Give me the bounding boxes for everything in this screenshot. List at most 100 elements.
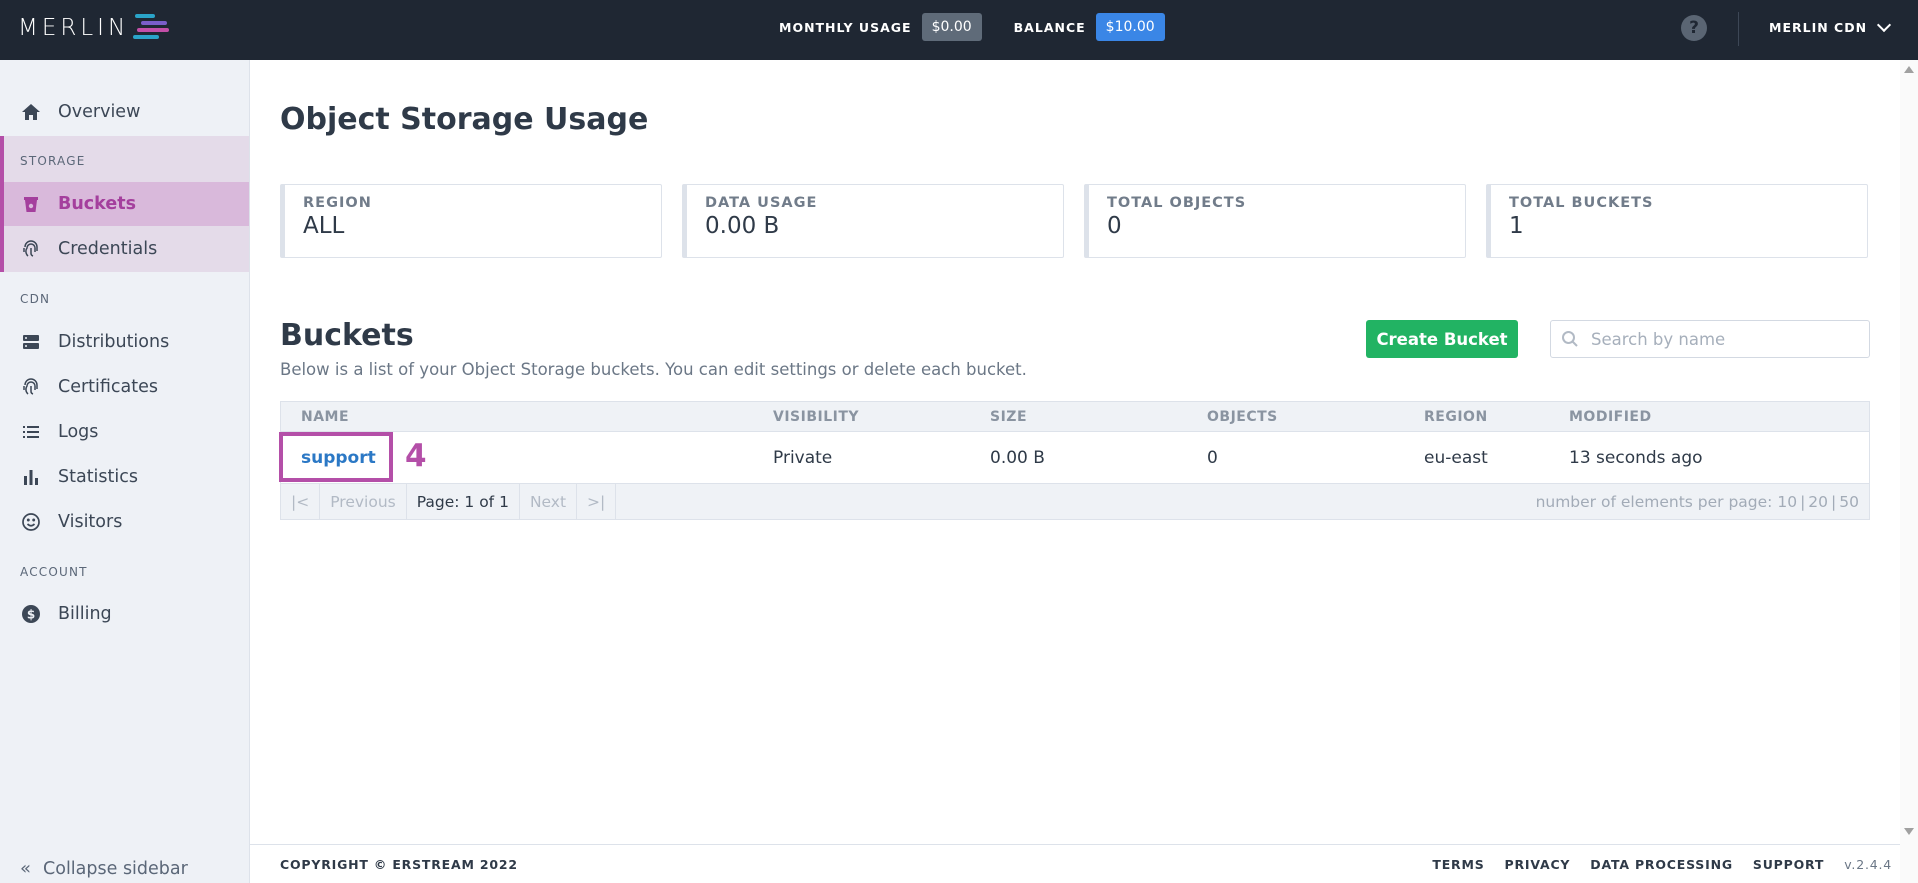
sidebar-item-label: Certificates [58,377,159,397]
per-page-selector: number of elements per page: 10 | 20 | 50 [1536,493,1869,511]
column-header-visibility[interactable]: VISIBILITY [773,409,990,425]
top-divider [1738,12,1739,46]
bucket-visibility: Private [773,447,833,468]
section-label-storage: STORAGE [20,154,86,168]
footer-link-privacy[interactable]: PRIVACY [1505,857,1571,872]
bucket-region: eu-east [1424,447,1488,468]
balance-label: BALANCE [1013,19,1086,35]
per-page-separator: | [1831,492,1837,511]
account-menu[interactable]: MERLIN CDN [1769,17,1892,35]
svg-text:$: $ [27,608,35,622]
collapse-sidebar-label: Collapse sidebar [43,858,188,879]
last-page-button[interactable]: >| [577,484,617,519]
column-header-objects[interactable]: OBJECTS [1207,409,1424,425]
fingerprint-icon [20,376,42,398]
stat-label: DATA USAGE [705,195,818,211]
dollar-circle-icon: $ [20,603,42,625]
footer-link-terms[interactable]: TERMS [1432,857,1484,872]
main-content: Object Storage Usage REGION ALL DATA USA… [250,60,1900,844]
buckets-subtitle: Below is a list of your Object Storage b… [280,360,1027,379]
sidebar-item-credentials[interactable]: Credentials [4,227,249,271]
search-input[interactable] [1591,329,1841,349]
scroll-up-arrow-icon[interactable] [1904,66,1914,73]
scroll-down-arrow-icon[interactable] [1904,828,1914,835]
table-header: NAME VISIBILITY SIZE OBJECTS REGION MODI… [281,402,1869,432]
monthly-usage-badge: $0.00 [921,13,982,41]
sidebar-item-label: Statistics [58,467,138,487]
create-bucket-button[interactable]: Create Bucket [1366,320,1518,358]
list-icon [20,421,42,443]
bucket-size: 0.00 B [990,447,1045,468]
per-page-option-50[interactable]: 50 [1839,493,1859,511]
top-bar: MERLIN MONTHLY USAGE $0.00 BALANCE $10.0… [0,0,1918,60]
bucket-objects: 0 [1207,447,1218,468]
chevron-down-icon [1876,17,1892,32]
sidebar-item-label: Distributions [58,332,170,352]
search-box[interactable] [1550,320,1870,358]
page-info: Page: 1 of 1 [407,484,520,519]
question-circle-icon[interactable]: ? [1681,15,1707,41]
search-icon [1562,331,1578,347]
stat-label: TOTAL OBJECTS [1107,195,1247,211]
collapse-sidebar-button[interactable]: « Collapse sidebar [20,858,188,879]
fingerprint-icon [20,238,42,260]
per-page-option-20[interactable]: 20 [1808,493,1828,511]
stat-value: 0 [1107,213,1122,239]
stat-card-data-usage: DATA USAGE 0.00 B [682,184,1064,258]
column-header-modified[interactable]: MODIFIED [1569,409,1869,425]
next-page-button[interactable]: Next [520,484,578,519]
per-page-label: number of elements per page: [1535,492,1773,511]
per-page-option-10[interactable]: 10 [1777,493,1797,511]
first-page-button[interactable]: |< [281,484,321,519]
account-name: MERLIN CDN [1769,20,1868,35]
stat-value: 1 [1509,213,1524,239]
page-title: Object Storage Usage [280,102,649,137]
sidebar-item-billing[interactable]: $ Billing [0,592,249,636]
sidebar-item-overview[interactable]: Overview [0,90,249,134]
sidebar-item-label: Visitors [58,512,123,532]
stat-card-region: REGION ALL [280,184,662,258]
sidebar-item-statistics[interactable]: Statistics [0,455,249,499]
footer: COPYRIGHT © ERSTREAM 2022 TERMS PRIVACY … [250,844,1900,883]
sidebar-item-visitors[interactable]: Visitors [0,500,249,544]
sidebar-item-logs[interactable]: Logs [0,410,249,454]
logo-text: MERLIN [18,15,130,41]
version: v.2.4.4 [1844,856,1892,872]
per-page-separator: | [1800,492,1806,511]
buckets-title: Buckets [280,318,414,353]
footer-link-support[interactable]: SUPPORT [1753,857,1824,872]
merlin-logo[interactable]: MERLIN [18,12,173,44]
sidebar-item-label: Overview [58,102,141,122]
stat-card-total-objects: TOTAL OBJECTS 0 [1084,184,1466,258]
section-label-cdn: CDN [20,292,51,306]
home-icon [20,101,42,123]
sidebar-item-label: Logs [58,422,99,442]
stat-value: ALL [303,213,345,239]
sidebar-item-distributions[interactable]: Distributions [0,320,249,364]
footer-link-data-processing[interactable]: DATA PROCESSING [1590,857,1733,872]
bar-chart-icon [20,466,42,488]
logo-mark-icon [131,12,173,44]
double-chevron-left-icon: « [20,858,32,879]
sidebar-item-buckets[interactable]: Buckets [4,182,249,226]
sidebar-item-label: Buckets [58,194,136,214]
column-header-name[interactable]: NAME [281,409,773,425]
footer-links: TERMS PRIVACY DATA PROCESSING SUPPORT v.… [1412,857,1900,872]
table-row[interactable]: 4 support Private 0.00 B 0 eu-east 13 se… [279,432,1869,484]
highlight-box [279,432,393,482]
column-header-size[interactable]: SIZE [990,409,1207,425]
bucket-icon [20,193,42,215]
buckets-table: NAME VISIBILITY SIZE OBJECTS REGION MODI… [279,401,1870,520]
sidebar: Overview STORAGE Buckets Credentials CDN… [0,60,250,883]
column-header-region[interactable]: REGION [1424,409,1569,425]
previous-page-button[interactable]: Previous [320,484,407,519]
stat-card-total-buckets: TOTAL BUCKETS 1 [1486,184,1868,258]
sidebar-item-label: Billing [58,604,112,624]
server-icon [20,331,42,353]
sidebar-item-certificates[interactable]: Certificates [0,365,249,409]
bucket-modified: 13 seconds ago [1569,447,1703,468]
sidebar-item-label: Credentials [58,239,158,259]
scrollbar[interactable] [1900,60,1918,883]
stat-label: REGION [303,195,372,211]
balance-badge[interactable]: $10.00 [1095,13,1165,41]
